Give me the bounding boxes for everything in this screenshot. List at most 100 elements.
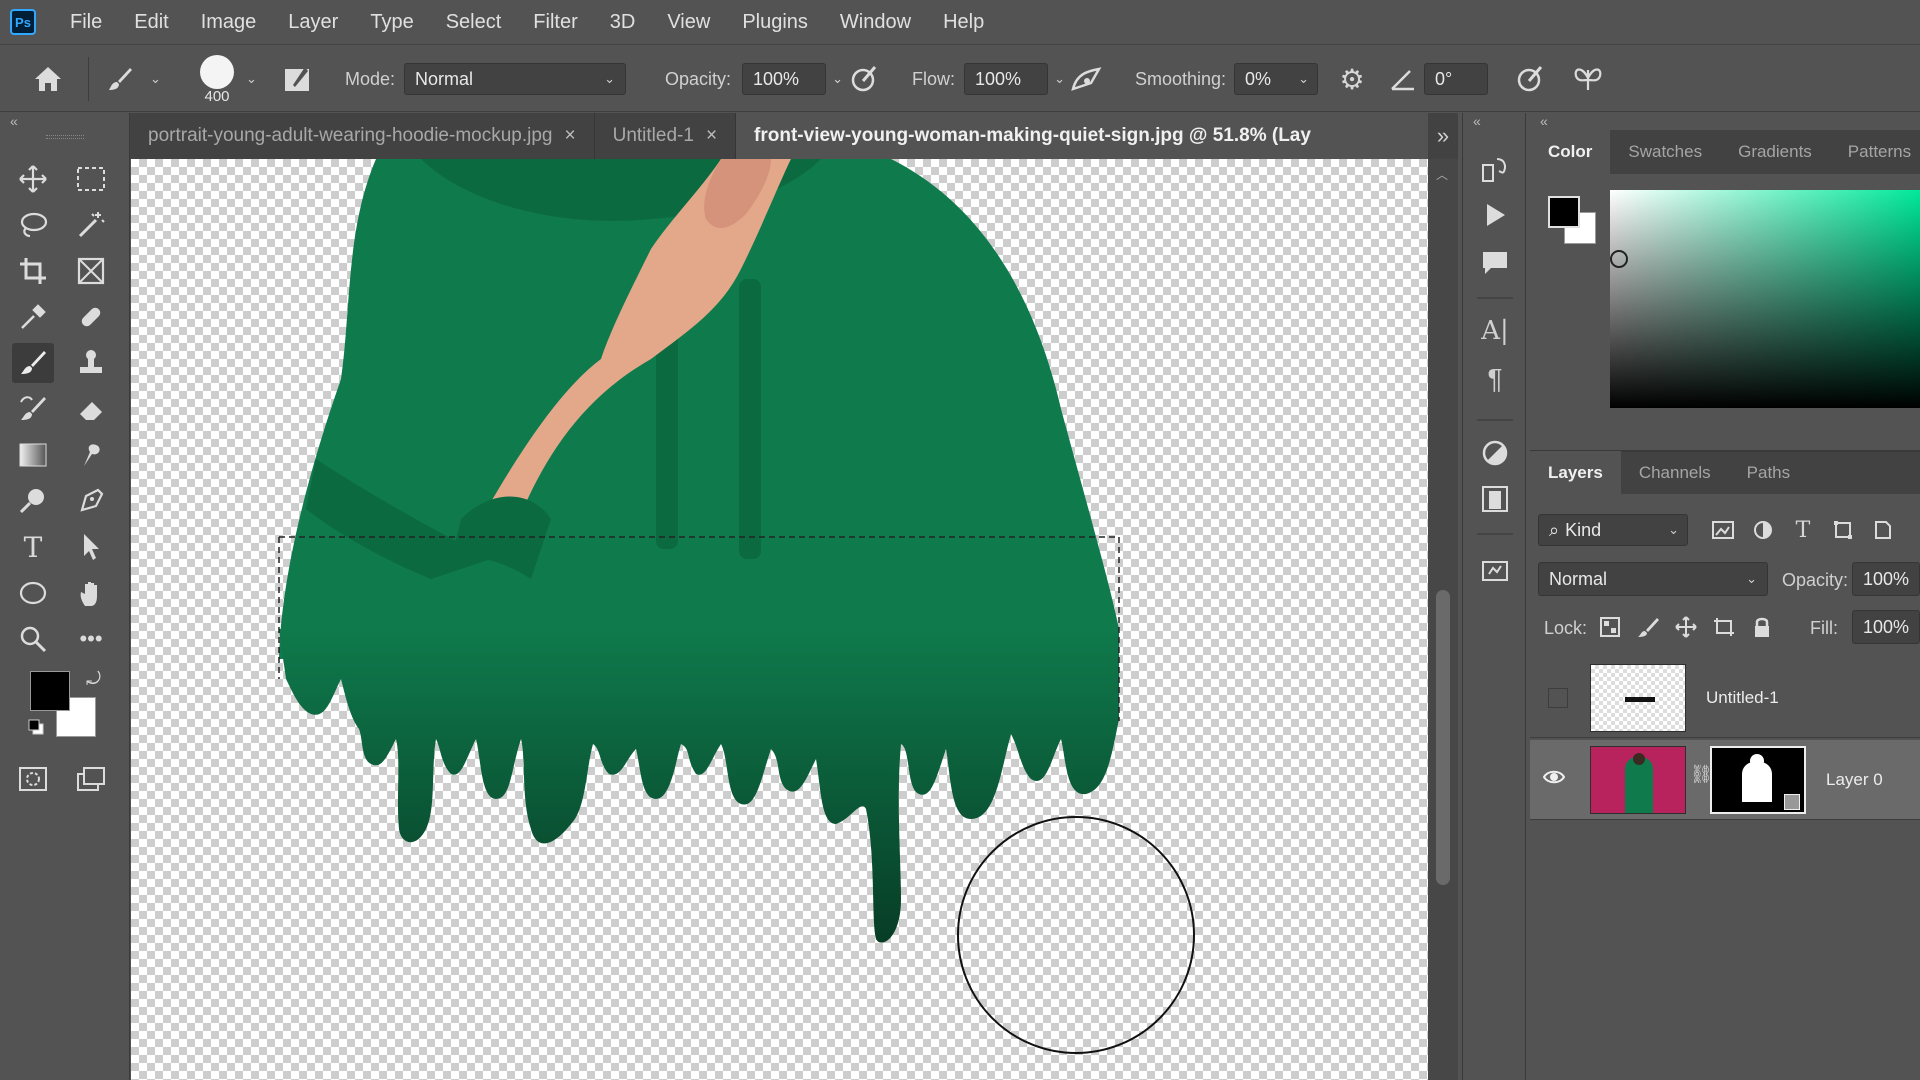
lock-artboard-icon[interactable]: [1710, 612, 1738, 642]
opacity-input[interactable]: 100% ⌄: [742, 63, 843, 95]
zoom-tool-icon[interactable]: [12, 619, 54, 659]
path-selection-tool-icon[interactable]: [70, 527, 112, 567]
menu-edit[interactable]: Edit: [118, 11, 184, 34]
history-panel-icon[interactable]: [1475, 149, 1515, 189]
smart-object-filter-icon[interactable]: [1868, 514, 1898, 546]
marquee-tool-icon[interactable]: [70, 159, 112, 199]
swap-colors-icon[interactable]: ⤾: [86, 669, 101, 690]
character-panel-icon[interactable]: A|: [1475, 311, 1515, 351]
menu-window[interactable]: Window: [824, 11, 927, 34]
menu-layer[interactable]: Layer: [272, 11, 354, 34]
menu-select[interactable]: Select: [430, 11, 518, 34]
smudge-tool-icon[interactable]: [70, 435, 112, 475]
visibility-toggle[interactable]: [1548, 688, 1568, 708]
default-colors-icon[interactable]: [28, 719, 44, 735]
foreground-color-swatch[interactable]: [30, 671, 70, 711]
scrollbar-thumb[interactable]: [1436, 590, 1450, 885]
lock-image-pixels-icon[interactable]: [1634, 612, 1662, 642]
angle-input[interactable]: 0°: [1424, 63, 1488, 95]
ellipse-tool-icon[interactable]: [12, 573, 54, 613]
brush-size-preview-icon[interactable]: [200, 55, 234, 89]
chevron-down-icon[interactable]: ⌄: [150, 71, 161, 87]
menu-image[interactable]: Image: [185, 11, 273, 34]
tab-quiet-sign[interactable]: front-view-young-woman-making-quiet-sign…: [736, 113, 1455, 159]
adjustment-layer-filter-icon[interactable]: [1748, 514, 1778, 546]
layer-row-untitled-1[interactable]: Untitled-1: [1530, 658, 1920, 738]
tab-patterns[interactable]: Patterns: [1830, 130, 1920, 174]
airbrush-icon[interactable]: [1066, 61, 1106, 97]
lock-transparent-pixels-icon[interactable]: [1596, 612, 1624, 642]
lock-position-icon[interactable]: [1672, 612, 1700, 642]
menu-view[interactable]: View: [651, 11, 726, 34]
hand-tool-icon[interactable]: [70, 573, 112, 613]
layer-thumbnail[interactable]: [1590, 746, 1686, 814]
comments-icon[interactable]: [1475, 243, 1515, 283]
paragraph-panel-icon[interactable]: ¶: [1475, 359, 1515, 399]
libraries-panel-icon[interactable]: [1475, 479, 1515, 519]
close-icon[interactable]: ×: [565, 125, 576, 147]
crop-tool-icon[interactable]: [12, 251, 54, 291]
menu-3d[interactable]: 3D: [594, 11, 652, 34]
collapse-dock-icon[interactable]: «: [1540, 113, 1548, 129]
dodge-tool-icon[interactable]: [12, 481, 54, 521]
eyedropper-tool-icon[interactable]: [12, 297, 54, 337]
more-tools-icon[interactable]: •••: [70, 619, 112, 659]
tab-layers[interactable]: Layers: [1530, 451, 1621, 495]
brush-settings-panel-icon[interactable]: [280, 61, 316, 97]
magic-wand-tool-icon[interactable]: [70, 205, 112, 245]
quick-mask-icon[interactable]: [12, 759, 54, 799]
clone-stamp-tool-icon[interactable]: [70, 343, 112, 383]
fill-input[interactable]: 100%: [1852, 610, 1920, 644]
layer-opacity-input[interactable]: 100%: [1852, 562, 1920, 596]
chevron-down-icon[interactable]: ⌄: [1054, 71, 1065, 87]
gradient-tool-icon[interactable]: [12, 435, 54, 475]
lock-all-icon[interactable]: [1748, 612, 1776, 642]
menu-plugins[interactable]: Plugins: [726, 11, 824, 34]
color-picker-handle[interactable]: [1610, 250, 1628, 268]
layer-filter-dropdown[interactable]: ⌕ Kind ⌄: [1538, 514, 1688, 546]
shape-layer-filter-icon[interactable]: [1828, 514, 1858, 546]
history-brush-tool-icon[interactable]: [12, 389, 54, 429]
tab-channels[interactable]: Channels: [1621, 451, 1729, 495]
layer-thumbnail[interactable]: [1590, 664, 1686, 732]
color-picker-field[interactable]: [1610, 190, 1920, 408]
brush-tool-preset-icon[interactable]: [102, 61, 138, 97]
tab-hoodie-mockup[interactable]: portrait-young-adult-wearing-hoodie-mock…: [130, 113, 595, 159]
document-canvas[interactable]: [131, 159, 1428, 1080]
chevron-down-icon[interactable]: ⌄: [246, 71, 257, 87]
collapse-panels-icon[interactable]: «: [1473, 113, 1481, 129]
chevron-down-icon[interactable]: ⌄: [1298, 71, 1309, 87]
pen-tool-icon[interactable]: [70, 481, 112, 521]
eraser-tool-icon[interactable]: [70, 389, 112, 429]
layer-name[interactable]: Untitled-1: [1706, 688, 1779, 708]
menu-type[interactable]: Type: [354, 11, 429, 34]
tab-color[interactable]: Color: [1530, 130, 1611, 174]
tab-overflow-icon[interactable]: »: [1428, 113, 1458, 159]
menu-file[interactable]: File: [46, 11, 118, 34]
lasso-tool-icon[interactable]: [12, 205, 54, 245]
layer-row-layer-0[interactable]: ⛓ Layer 0: [1530, 740, 1920, 820]
screen-mode-icon[interactable]: [70, 759, 112, 799]
play-actions-icon[interactable]: [1475, 195, 1515, 235]
pressure-size-icon[interactable]: [1512, 61, 1548, 97]
smoothing-input[interactable]: 0% ⌄: [1234, 63, 1318, 95]
layer-name[interactable]: Layer 0: [1826, 770, 1883, 790]
eye-icon[interactable]: [1542, 768, 1572, 790]
brush-tool-icon[interactable]: [12, 343, 54, 383]
tab-gradients[interactable]: Gradients: [1720, 130, 1830, 174]
collapse-toolbar-icon[interactable]: «: [10, 113, 18, 129]
color-foreground-swatch[interactable]: [1548, 196, 1580, 228]
chevron-down-icon[interactable]: ⌄: [832, 71, 843, 87]
scroll-up-icon[interactable]: ︿: [1436, 166, 1448, 183]
type-tool-icon[interactable]: T: [12, 527, 54, 567]
menu-filter[interactable]: Filter: [517, 11, 593, 34]
pressure-opacity-icon[interactable]: [846, 61, 882, 97]
layer-mask-thumbnail[interactable]: [1710, 746, 1806, 814]
healing-brush-tool-icon[interactable]: [70, 297, 112, 337]
toolbar-grip[interactable]: [46, 135, 84, 139]
menu-help[interactable]: Help: [927, 11, 1000, 34]
move-tool-icon[interactable]: [12, 159, 54, 199]
gear-icon[interactable]: ⚙: [1334, 61, 1370, 97]
tab-swatches[interactable]: Swatches: [1610, 130, 1720, 174]
mode-dropdown[interactable]: Normal ⌄: [404, 63, 626, 95]
